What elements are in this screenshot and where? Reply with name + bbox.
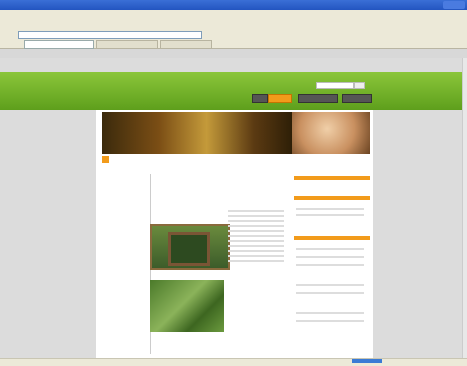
nav-item-active[interactable] xyxy=(268,94,292,103)
search-input[interactable] xyxy=(316,82,354,89)
article-text xyxy=(228,210,284,265)
tab[interactable] xyxy=(96,40,158,49)
sidebar-text-line xyxy=(296,248,364,250)
banner-image xyxy=(102,112,292,154)
sidebar-heading-bar xyxy=(294,236,370,240)
sidebar-text-line xyxy=(296,312,364,314)
banner-photo xyxy=(292,112,370,154)
nav-item[interactable] xyxy=(252,94,268,103)
tab-active[interactable] xyxy=(24,40,94,49)
sidebar-heading-bar xyxy=(294,196,370,200)
vertical-scrollbar[interactable] xyxy=(462,58,467,358)
garden-photo xyxy=(150,280,224,332)
address-input[interactable] xyxy=(18,31,202,39)
sidebar-text-line xyxy=(296,256,364,258)
sidebar-text-line xyxy=(296,284,364,286)
nav-item[interactable] xyxy=(342,94,372,103)
sidebar-text-line xyxy=(296,320,364,322)
status-progress xyxy=(352,359,382,363)
right-sidebar xyxy=(292,160,370,356)
sidebar-heading-bar xyxy=(294,176,370,180)
sidebar-text-line xyxy=(296,292,364,294)
sidebar-text-line xyxy=(296,214,364,216)
menu-bar xyxy=(0,20,467,29)
logo-icon xyxy=(102,156,109,163)
sidebar-text-line xyxy=(296,208,364,210)
search-button[interactable] xyxy=(354,82,365,89)
window-controls[interactable] xyxy=(443,1,465,9)
nav-item[interactable] xyxy=(298,94,338,103)
sidebar-text-line xyxy=(296,264,364,266)
site-header xyxy=(0,72,462,110)
article-photo-detail xyxy=(168,232,210,266)
tab[interactable] xyxy=(160,40,212,49)
window-titlebar xyxy=(0,0,467,10)
